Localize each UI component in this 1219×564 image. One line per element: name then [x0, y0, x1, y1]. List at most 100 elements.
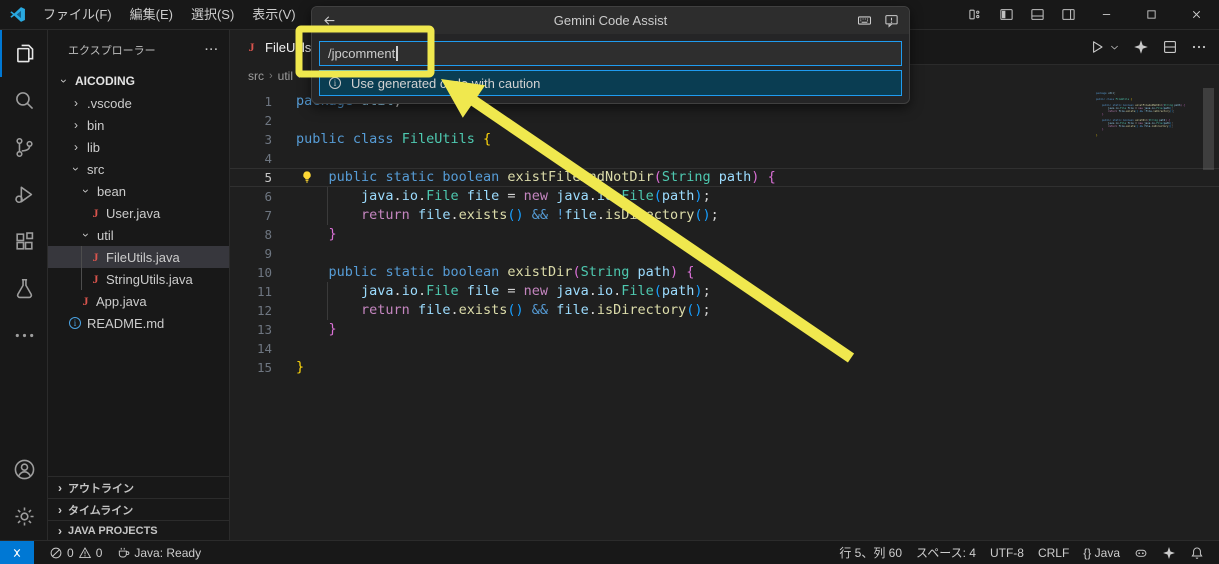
lightbulb-icon[interactable] [300, 170, 314, 184]
maximize-button[interactable] [1129, 0, 1174, 29]
status-bar: 0 0 Java: Ready 行 5、列 60 スペース: 4 UTF-8 CRLF {}… [0, 540, 1219, 564]
files-icon [13, 42, 36, 65]
section--[interactable]: › アウトライン [48, 476, 229, 498]
status-cursor-position[interactable]: 行 5、列 60 [832, 544, 909, 561]
activity-source-control[interactable] [0, 124, 47, 171]
tree-item-app-java[interactable]: J App.java [48, 290, 229, 312]
tree-item-src[interactable]: › src [48, 158, 229, 180]
code-line-11[interactable]: 11 java.io.File file = new java.io.File(… [230, 282, 1219, 301]
code-line-7[interactable]: 7 return file.exists() && !file.isDirect… [230, 206, 1219, 225]
status-label: UTF-8 [989, 545, 1024, 560]
status-remote-indicator[interactable] [0, 541, 34, 564]
close-button[interactable] [1174, 0, 1219, 29]
scrollbar-thumb[interactable] [1203, 88, 1214, 170]
toggle-primary-sidebar-button[interactable] [991, 7, 1022, 22]
chevron-down-button[interactable] [1109, 42, 1120, 53]
file-tree: › AICODING › .vscode › bin › lib › src › bean J User.… [48, 70, 229, 334]
activity-account[interactable] [0, 446, 47, 493]
status-notifications[interactable] [1183, 546, 1211, 560]
indent-guide [327, 206, 328, 225]
tree-item-bean[interactable]: › bean [48, 180, 229, 202]
code-line-5[interactable]: 5 public static boolean existFileAndNotD… [230, 168, 1219, 187]
tree-item-readme-md[interactable]: i README.md [48, 312, 229, 334]
code-line-6[interactable]: 6 java.io.File file = new java.io.File(p… [230, 187, 1219, 206]
status-eol[interactable]: CRLF [1031, 546, 1076, 560]
status-warnings[interactable]: 0 [76, 541, 110, 564]
section--[interactable]: › タイムライン [48, 498, 229, 520]
chevron-down-icon: › [57, 79, 71, 83]
tree-item-label: util [97, 227, 114, 243]
breadcrumb-item-util[interactable]: util [278, 69, 293, 83]
coffee-icon [116, 546, 130, 560]
line-number: 13 [256, 322, 272, 337]
menu-item-0[interactable]: ファイル(F) [34, 0, 121, 30]
extensions-icon [13, 230, 36, 253]
quick-input-list-item[interactable]: i Use generated code with caution [319, 70, 902, 96]
back-icon[interactable] [322, 13, 337, 28]
activity-more[interactable] [0, 312, 47, 359]
line-content: return file.exists() && file.isDirectory… [296, 301, 711, 320]
toggle-secondary-sidebar-button[interactable] [1053, 7, 1084, 22]
code-line-14[interactable]: 14 [230, 339, 1219, 358]
section-java-projects[interactable]: › JAVA PROJECTS [48, 520, 229, 540]
code-line-10[interactable]: 10 public static boolean existDir(String… [230, 263, 1219, 282]
more-h-button[interactable] [1191, 39, 1207, 55]
keyboard-button[interactable] [857, 13, 872, 28]
tree-item-bin[interactable]: › bin [48, 114, 229, 136]
command-input[interactable]: /jpcomment [319, 41, 902, 66]
search-icon [13, 89, 36, 112]
line-number: 7 [264, 208, 272, 223]
activity-debug[interactable] [0, 171, 47, 218]
tree-item-user-java[interactable]: J User.java [48, 202, 229, 224]
toggle-panel-button[interactable] [1022, 7, 1053, 22]
sidebar-sections: › アウトライン › タイムライン › JAVA PROJECTS [48, 476, 229, 540]
chevron-right-icon: › [58, 502, 62, 517]
activity-extensions[interactable] [0, 218, 47, 265]
tree-item-stringutils-java[interactable]: J StringUtils.java [48, 268, 229, 290]
tree-item-util[interactable]: › util [48, 224, 229, 246]
line-number: 14 [256, 341, 272, 356]
explorer-more-button[interactable]: ··· [205, 44, 219, 56]
code-line-8[interactable]: 8 } [230, 225, 1219, 244]
activity-search[interactable] [0, 77, 47, 124]
breadcrumb-item-src[interactable]: src [248, 69, 264, 83]
menu-item-2[interactable]: 選択(S) [182, 0, 243, 30]
line-content: } [328, 321, 337, 337]
status-indentation[interactable]: スペース: 4 [909, 544, 983, 561]
tree-item-aicoding[interactable]: › AICODING [48, 70, 229, 92]
status-gemini[interactable] [1155, 546, 1183, 560]
code-line-4[interactable]: 4 [230, 149, 1219, 168]
tree-item-fileutils-java[interactable]: J FileUtils.java [48, 246, 229, 268]
customize-layout-button[interactable] [960, 7, 991, 22]
minimap[interactable]: package util; public class FileUtils { p… [1096, 92, 1196, 137]
code-line-12[interactable]: 12 return file.exists() && file.isDirect… [230, 301, 1219, 320]
status-errors[interactable]: 0 [42, 541, 76, 564]
menu-item-1[interactable]: 編集(E) [121, 0, 182, 30]
keyboard-icon [857, 13, 872, 28]
feedback-button[interactable] [884, 13, 899, 28]
code-line-3[interactable]: 3 public class FileUtils { [230, 130, 1219, 149]
menu-item-3[interactable]: 表示(V) [243, 0, 304, 30]
status-language-mode[interactable]: {} Java [1076, 546, 1127, 560]
tree-item--vscode[interactable]: › .vscode [48, 92, 229, 114]
warning-icon [78, 546, 92, 560]
code-line-13[interactable]: 13 } [230, 320, 1219, 339]
activity-testing[interactable] [0, 265, 47, 312]
status-java-status[interactable]: Java: Ready [109, 541, 208, 564]
code-line-9[interactable]: 9 [230, 244, 1219, 263]
tree-item-lib[interactable]: › lib [48, 136, 229, 158]
status-copilot[interactable] [1127, 546, 1155, 560]
line-number: 9 [264, 246, 272, 261]
run-button[interactable] [1089, 39, 1105, 55]
activity-files[interactable] [0, 30, 47, 77]
minimize-button[interactable] [1084, 0, 1129, 29]
code-area[interactable]: 1package util;2 3public class FileUtils … [230, 87, 1219, 540]
sparkle-icon [1133, 39, 1149, 55]
code-line-2[interactable]: 2 [230, 111, 1219, 130]
sparkle-button[interactable] [1133, 39, 1149, 55]
split-editor-button[interactable] [1162, 39, 1178, 55]
code-line-15[interactable]: 15} [230, 358, 1219, 377]
activity-settings[interactable] [0, 493, 47, 540]
debug-icon [13, 183, 36, 206]
status-encoding[interactable]: UTF-8 [983, 546, 1031, 560]
